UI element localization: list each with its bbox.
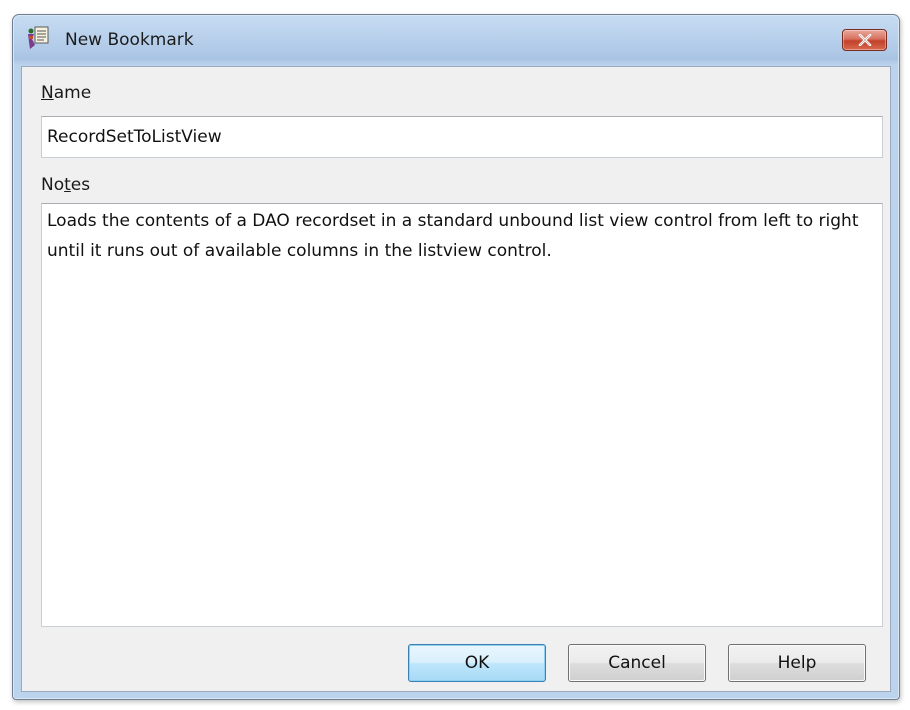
cancel-button[interactable]: Cancel <box>568 644 706 682</box>
notes-label: Notes <box>41 175 90 195</box>
notes-label-pre: No <box>41 175 65 195</box>
close-button[interactable] <box>842 29 887 51</box>
help-button[interactable]: Help <box>728 644 866 682</box>
title-bar[interactable]: New Bookmark <box>13 15 899 65</box>
notes-label-accesskey: t <box>64 175 71 195</box>
ok-button[interactable]: OK <box>408 644 546 682</box>
notes-label-post: es <box>70 175 91 195</box>
name-label-rest: ame <box>53 83 92 103</box>
notes-textarea[interactable]: Loads the contents of a DAO recordset in… <box>41 203 883 627</box>
name-input[interactable] <box>41 116 883 158</box>
close-icon <box>858 31 872 50</box>
new-bookmark-dialog: New Bookmark Name Notes Loads the conten… <box>12 14 900 700</box>
dialog-client-area: Name Notes Loads the contents of a DAO r… <box>21 66 891 692</box>
window-title: New Bookmark <box>65 30 194 50</box>
name-label-accesskey: N <box>41 83 54 103</box>
bookmark-app-icon <box>26 25 50 51</box>
name-label: Name <box>41 83 91 103</box>
